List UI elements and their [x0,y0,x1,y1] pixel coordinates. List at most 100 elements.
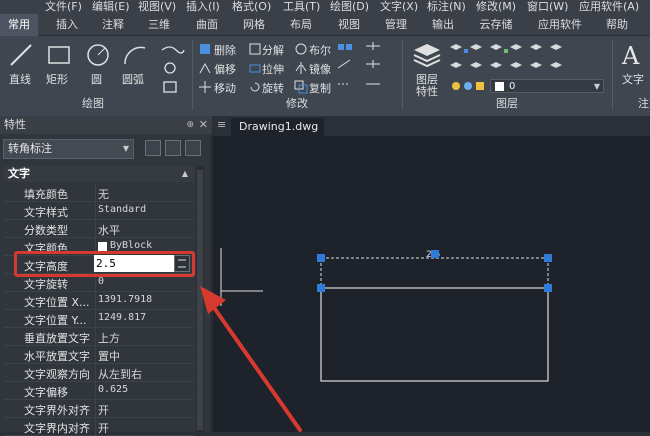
rotate-button[interactable]: 旋转 [262,80,284,96]
property-value[interactable]: Standard [98,204,146,215]
section-text-header[interactable]: 文字 ▲ [4,166,194,182]
grip-bottom-left[interactable] [317,284,325,292]
property-label: 文字位置 X... [24,296,90,309]
modify-group-label: 修改 [286,97,308,110]
tab-surface[interactable]: 曲面 [190,14,224,36]
circle-button[interactable]: 圆 [91,71,102,87]
pin-icon[interactable]: ⊕ [186,116,194,134]
property-row[interactable]: 分数类型 水平 [4,220,194,238]
property-row[interactable]: 文字观察方向 从左到右 [4,364,194,382]
property-row[interactable]: 文字界内对齐开 [4,418,194,436]
layer-current: 0 [509,81,516,92]
property-value[interactable]: 开 [98,402,109,418]
menu-dimension[interactable]: 标注(N) [427,0,466,14]
offset-button[interactable]: 偏移 [214,61,236,77]
property-row[interactable]: 文字位置 Y... 1249.817 [4,310,194,328]
grip-top-right[interactable] [544,254,552,262]
menu-view[interactable]: 视图(V) [138,0,176,14]
property-value[interactable]: ByBlock [110,240,152,251]
tab-layout[interactable]: 布局 [284,14,318,36]
grip-text[interactable] [431,250,439,258]
menu-modify[interactable]: 修改(M) [476,0,516,14]
menu-edit[interactable]: 编辑(E) [92,0,130,14]
tab-insert[interactable]: 插入 [50,14,84,36]
property-row[interactable]: 水平放置文字 置中 [4,346,194,364]
line-icon[interactable] [8,42,34,68]
tab-output[interactable]: 输出 [426,14,460,36]
property-row[interactable]: 文字界外对齐开 [4,400,194,418]
menu-draw[interactable]: 绘图(D) [330,0,369,14]
tab-view[interactable]: 视图 [332,14,366,36]
select-objects-icon[interactable] [165,140,181,156]
copy-button[interactable]: 复制 [309,80,331,96]
object-type-dropdown[interactable]: 转角标注 ▼ [3,139,134,159]
menu-file[interactable]: 文件(F) [45,0,82,14]
layer-properties-icon[interactable] [412,40,442,70]
grip-top-left[interactable] [317,254,325,262]
modify-more-icons[interactable] [336,42,396,96]
tab-mesh[interactable]: 网格 [237,14,271,36]
grip-bottom-right[interactable] [544,284,552,292]
menu-window[interactable]: 窗口(W) [527,0,568,14]
menu-tools[interactable]: 工具(T) [283,0,320,14]
menu-icon[interactable]: ≡ [217,118,226,131]
tab-help[interactable]: 帮助 [600,14,634,36]
property-value[interactable]: 0 [98,276,104,287]
line-button[interactable]: 直线 [9,71,31,87]
menu-text[interactable]: 文字(X) [380,0,418,14]
document-tab[interactable]: Drawing1.dwg [231,118,324,136]
text-large-icon[interactable]: A [622,42,639,70]
menu-insert[interactable]: 插入(I) [186,0,220,14]
draw-more-icons[interactable] [158,42,188,102]
property-row[interactable]: 垂直放置文字 上方 [4,328,194,346]
close-icon[interactable]: ✕ [199,116,208,134]
mirror-button[interactable]: 镜像 [309,61,331,77]
property-value[interactable]: 1391.7918 [98,294,152,305]
arc-icon[interactable] [122,42,148,68]
calculator-button[interactable] [174,255,190,272]
tab-annotate[interactable]: 注释 [96,14,130,36]
copy-icon [294,80,308,94]
tab-manage[interactable]: 管理 [379,14,413,36]
boolean-button[interactable]: 布尔 [309,42,331,58]
tab-home[interactable]: 常用 [0,14,38,36]
menu-format[interactable]: 格式(O) [232,0,271,14]
quick-select-icon[interactable] [145,140,161,156]
layer-properties-label-2[interactable]: 特性 [416,83,438,99]
tab-cloud[interactable]: 云存储 [474,14,518,36]
property-row[interactable]: 填充颜色 无 [4,184,194,202]
stretch-icon [249,64,261,73]
menu-bar: 文件(F) 编辑(E) 视图(V) 插入(I) 格式(O) 工具(T) 绘图(D… [0,0,650,14]
circle-icon[interactable] [85,42,111,68]
property-value[interactable]: 水平 [98,222,120,238]
text-button[interactable]: 文字 [622,71,644,87]
annotate-group-label: 注 [638,97,649,110]
menu-apps[interactable]: 应用软件(A) [579,0,639,14]
explode-button[interactable]: 分解 [262,42,284,58]
property-value[interactable]: 0.625 [98,384,128,395]
property-value[interactable]: 开 [98,420,109,436]
rectangle-button[interactable]: 矩形 [46,71,68,87]
layer-state-icons[interactable] [450,79,490,93]
move-button[interactable]: 移动 [214,80,236,96]
property-row[interactable]: 文字偏移 0.625 [4,382,194,400]
rectangle-icon[interactable] [46,44,72,66]
property-row[interactable]: 文字位置 X... 1391.7918 [4,292,194,310]
tab-apps[interactable]: 应用软件 [532,14,588,36]
layer-dropdown[interactable]: 0 ▼ [490,79,604,93]
layer-tools-icons[interactable] [450,42,610,76]
property-row[interactable]: 文字样式 Standard [4,202,194,220]
delete-button[interactable]: 删除 [214,42,236,58]
property-value[interactable]: 上方 [98,330,120,346]
property-value[interactable]: 1249.817 [98,312,146,323]
move-icon [199,81,211,93]
tab-3d[interactable]: 三维 [142,14,176,36]
toggle-pickadd-icon[interactable] [185,140,201,156]
arc-button[interactable]: 圆弧 [122,71,144,87]
rectangle-shape[interactable] [320,287,549,382]
property-value[interactable]: 置中 [98,348,120,364]
property-value[interactable]: 无 [98,186,109,202]
stretch-button[interactable]: 拉伸 [262,61,284,77]
text-height-input[interactable]: 2.5 [94,255,174,272]
property-value[interactable]: 从左到右 [98,366,142,382]
